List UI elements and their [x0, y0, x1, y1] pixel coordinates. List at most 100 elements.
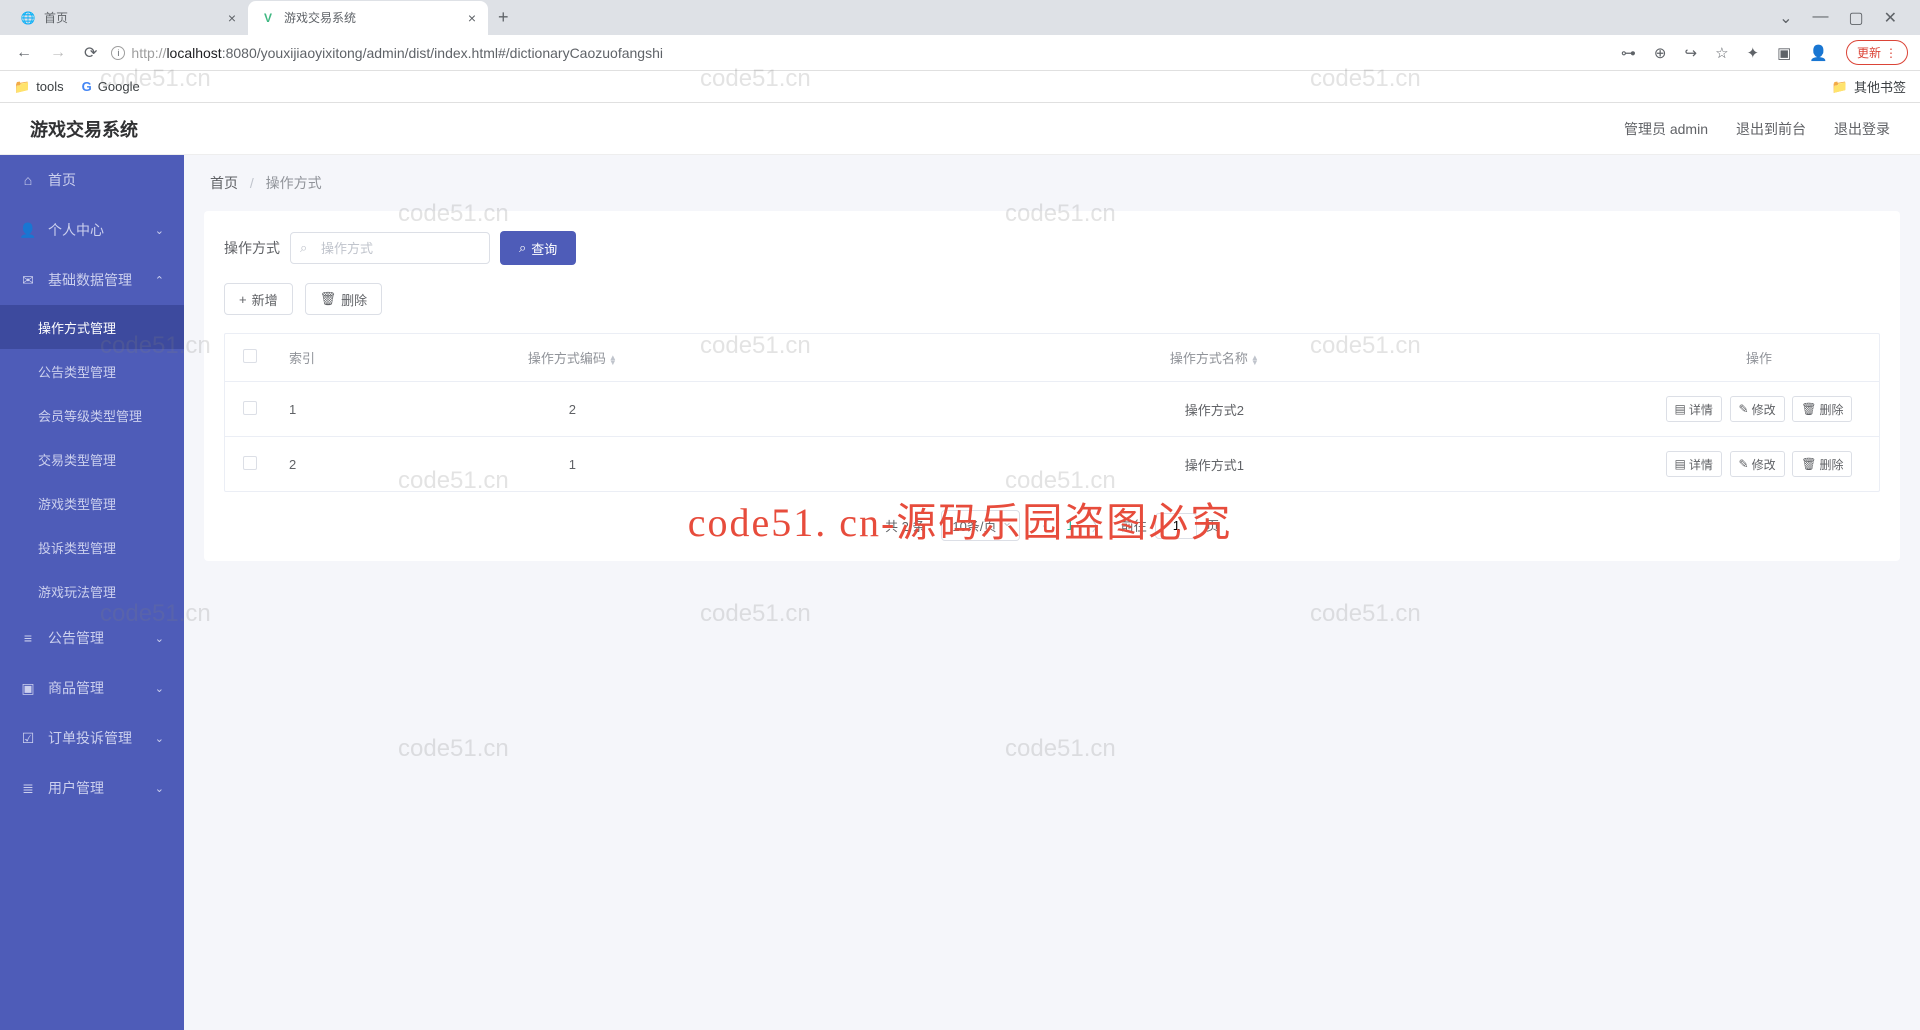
sidebar-item[interactable]: ≣用户管理⌄ [0, 763, 184, 813]
site-info-icon[interactable]: i [111, 46, 125, 60]
detail-button[interactable]: ▤详情 [1666, 451, 1722, 477]
sidebar-subitem[interactable]: 公告类型管理 [0, 349, 184, 393]
checkbox[interactable] [243, 349, 257, 363]
trash-icon: 🗑 [1801, 402, 1816, 416]
chevron-down-icon: ⌄ [155, 682, 164, 695]
sidebar-subitem[interactable]: 投诉类型管理 [0, 525, 184, 569]
page-number[interactable]: 1 [1067, 518, 1074, 533]
user-label[interactable]: 管理员 admin [1624, 119, 1708, 139]
cell-index: 1 [275, 388, 355, 431]
header-code[interactable]: 操作方式编码▲▼ [355, 334, 790, 381]
menu-label: 首页 [48, 170, 76, 190]
tab-close-icon[interactable]: × [228, 10, 236, 26]
forward-icon[interactable]: → [46, 40, 70, 66]
menu-label: 基础数据管理 [48, 270, 132, 290]
checkbox[interactable] [243, 456, 257, 470]
filter-row: 操作方式 ⌕ ⌕ 查询 [224, 231, 1880, 265]
menu-label: 商品管理 [48, 678, 104, 698]
chevron-down-icon: ⌄ [155, 632, 164, 645]
bookmark-tools[interactable]: 📁tools [14, 79, 64, 95]
menu-icon: ≣ [20, 780, 36, 797]
breadcrumb-home[interactable]: 首页 [210, 175, 238, 191]
cell-code: 2 [355, 388, 790, 431]
app-title: 游戏交易系统 [30, 116, 138, 142]
browser-tab-1[interactable]: V 游戏交易系统 × [248, 1, 488, 35]
logout-link[interactable]: 退出登录 [1834, 119, 1890, 139]
to-front-link[interactable]: 退出到前台 [1736, 119, 1806, 139]
window-minimize-icon[interactable]: — [1812, 8, 1828, 28]
cell-ops: ▤详情 ✎修改 🗑删除 [1639, 437, 1879, 491]
share-icon[interactable]: ↪ [1685, 44, 1698, 62]
bookmark-other[interactable]: 📁其他书签 [1832, 77, 1906, 96]
update-button[interactable]: 更新⋮ [1846, 40, 1908, 65]
row-delete-button[interactable]: 🗑删除 [1792, 396, 1852, 422]
edit-button[interactable]: ✎修改 [1730, 396, 1785, 422]
trash-icon: 🗑 [320, 291, 337, 307]
new-tab-button[interactable]: + [488, 7, 519, 28]
sort-icon[interactable]: ▲▼ [1251, 355, 1259, 365]
page-next-icon[interactable]: 〉 [1092, 516, 1105, 535]
sidebar-item[interactable]: ✉基础数据管理⌃ [0, 255, 184, 305]
chevron-up-icon: ⌃ [155, 274, 164, 287]
breadcrumb: 首页 / 操作方式 [204, 155, 1900, 211]
sidebar-subitem[interactable]: 会员等级类型管理 [0, 393, 184, 437]
page-prev-icon[interactable]: 〈 [1036, 516, 1049, 535]
menu-icon: ☑ [20, 730, 36, 747]
edit-button[interactable]: ✎修改 [1730, 451, 1785, 477]
sidebar-subitem[interactable]: 游戏玩法管理 [0, 569, 184, 613]
menu-icon: 👤 [20, 222, 36, 239]
filter-input-wrap: ⌕ [290, 232, 490, 264]
jumper-input[interactable] [1155, 513, 1197, 539]
zoom-icon[interactable]: ⊕ [1654, 44, 1667, 62]
window-close-icon[interactable]: ✕ [1884, 8, 1897, 28]
sidebar-subitem[interactable]: 操作方式管理 [0, 305, 184, 349]
sidepanel-icon[interactable]: ▣ [1777, 44, 1791, 62]
pagination: 共 2 条 10条/页 〈 1 〉 前往 页 [224, 510, 1880, 541]
filter-input[interactable] [290, 232, 490, 264]
header-name[interactable]: 操作方式名称▲▼ [790, 334, 1639, 381]
address-bar-icons: ⊶ ⊕ ↪ ☆ ✦ ▣ 👤 更新⋮ [1621, 40, 1908, 65]
reload-icon[interactable]: ⟳ [80, 39, 101, 67]
header-right: 管理员 admin 退出到前台 退出登录 [1624, 119, 1890, 139]
page-size-select[interactable]: 10条/页 [941, 510, 1019, 541]
folder-icon: 📁 [14, 79, 30, 95]
row-delete-button[interactable]: 🗑删除 [1792, 451, 1852, 477]
vue-icon: V [260, 10, 276, 26]
folder-icon: 📁 [1832, 79, 1848, 95]
sidebar-subitem[interactable]: 交易类型管理 [0, 437, 184, 481]
filter-label: 操作方式 [224, 238, 280, 258]
query-button[interactable]: ⌕ 查询 [500, 231, 576, 265]
browser-tab-0[interactable]: 🌐 首页 × [8, 1, 248, 35]
sidebar-item[interactable]: ⌂首页 [0, 155, 184, 205]
menu-label: 用户管理 [48, 778, 104, 798]
window-dropdown-icon[interactable]: ⌄ [1779, 8, 1792, 28]
trash-icon: 🗑 [1801, 457, 1816, 471]
data-table: 索引 操作方式编码▲▼ 操作方式名称▲▼ 操作 1 2 操作方式2 ▤详情 ✎修… [224, 333, 1880, 492]
sidebar-item[interactable]: ▣商品管理⌄ [0, 663, 184, 713]
menu-icon: ≡ [20, 630, 36, 646]
back-icon[interactable]: ← [12, 40, 36, 66]
address-bar: ← → ⟳ i http://localhost:8080/youxijiaoy… [0, 35, 1920, 71]
cell-name: 操作方式1 [790, 441, 1639, 488]
doc-icon: ▤ [1675, 402, 1686, 416]
bookmark-google[interactable]: GGoogle [82, 79, 140, 94]
table-header: 索引 操作方式编码▲▼ 操作方式名称▲▼ 操作 [225, 334, 1879, 382]
key-icon[interactable]: ⊶ [1621, 44, 1636, 62]
sidebar-item[interactable]: 👤个人中心⌄ [0, 205, 184, 255]
delete-button[interactable]: 🗑删除 [305, 283, 383, 315]
tab-close-icon[interactable]: × [468, 10, 476, 26]
plus-icon: + [239, 292, 247, 307]
sort-icon[interactable]: ▲▼ [609, 355, 617, 365]
url-input[interactable]: i http://localhost:8080/youxijiaoyixiton… [111, 45, 1611, 61]
star-icon[interactable]: ☆ [1715, 44, 1728, 62]
menu-label: 订单投诉管理 [48, 728, 132, 748]
sidebar-subitem[interactable]: 游戏类型管理 [0, 481, 184, 525]
sidebar-item[interactable]: ☑订单投诉管理⌄ [0, 713, 184, 763]
add-button[interactable]: +新增 [224, 283, 293, 315]
sidebar-item[interactable]: ≡公告管理⌄ [0, 613, 184, 663]
detail-button[interactable]: ▤详情 [1666, 396, 1722, 422]
window-maximize-icon[interactable]: ▢ [1848, 8, 1863, 28]
checkbox[interactable] [243, 401, 257, 415]
extensions-icon[interactable]: ✦ [1747, 44, 1760, 62]
profile-icon[interactable]: 👤 [1809, 44, 1828, 62]
